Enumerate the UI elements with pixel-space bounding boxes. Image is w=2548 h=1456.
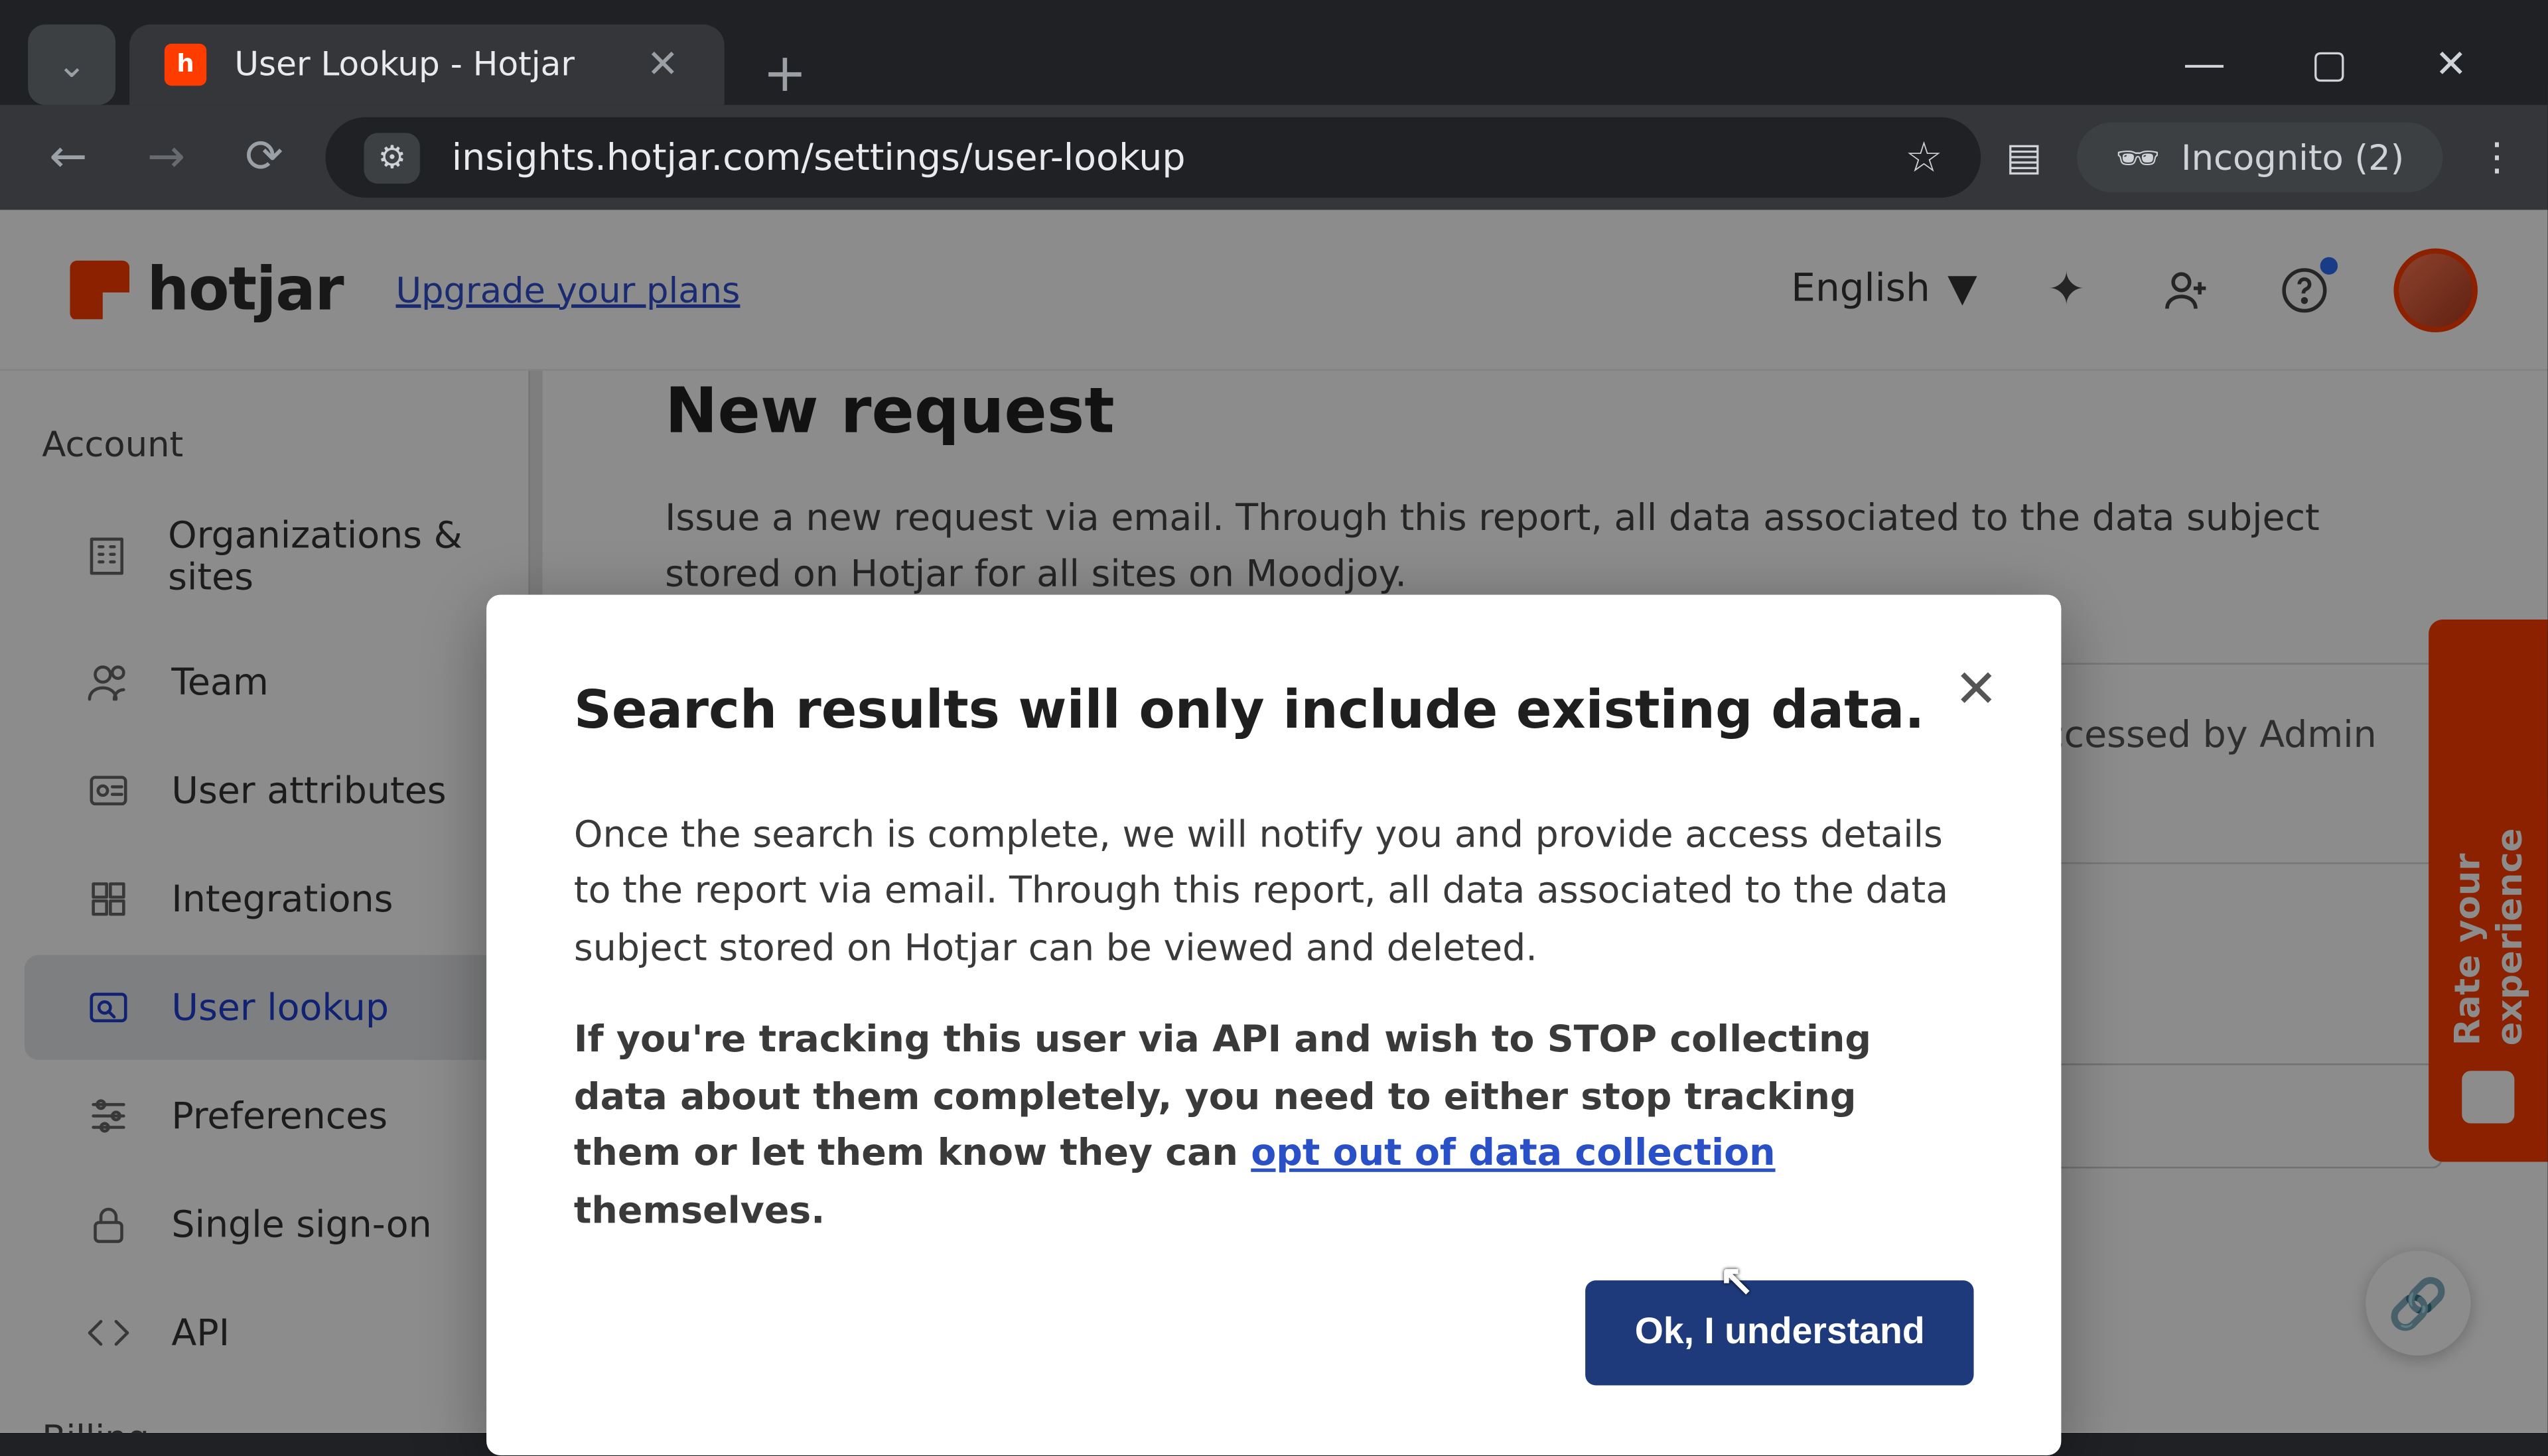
- incognito-label: Incognito (2): [2181, 137, 2404, 178]
- bookmark-icon[interactable]: ☆: [1905, 133, 1943, 182]
- tab-search-button[interactable]: ⌄: [28, 25, 115, 105]
- opt-out-link[interactable]: opt out of data collection: [1251, 1132, 1775, 1174]
- site-settings-icon[interactable]: ⚙: [364, 132, 420, 182]
- incognito-indicator[interactable]: 🕶 Incognito (2): [2077, 123, 2442, 192]
- window-close-icon[interactable]: ✕: [2435, 43, 2468, 87]
- browser-chrome: ⌄ h User Lookup - Hotjar ✕ + ― ▢ ✕ ← → ⟳…: [0, 0, 2547, 210]
- tab-favicon: h: [165, 44, 206, 86]
- mouse-cursor-icon: ↖: [1719, 1256, 1754, 1307]
- incognito-icon: 🕶: [2115, 137, 2160, 178]
- modal-paragraph-2: If you're tracking this user via API and…: [574, 1012, 1974, 1239]
- modal-title: Search results will only include existin…: [574, 672, 1974, 754]
- reader-mode-icon[interactable]: ▤: [2006, 135, 2042, 179]
- modal-strong-text-2: themselves.: [574, 1189, 825, 1231]
- close-tab-icon[interactable]: ✕: [647, 43, 679, 87]
- nav-back-button[interactable]: ←: [31, 121, 105, 194]
- new-tab-button[interactable]: +: [739, 44, 831, 105]
- modal-close-button[interactable]: ✕: [1954, 651, 1998, 732]
- window-minimize-icon[interactable]: ―: [2185, 43, 2224, 87]
- modal-confirm-label: Ok, I understand: [1635, 1313, 1925, 1353]
- browser-menu-icon[interactable]: ⋮: [2478, 135, 2516, 179]
- confirm-modal: Search results will only include existin…: [486, 595, 2061, 1456]
- browser-tab[interactable]: h User Lookup - Hotjar ✕: [129, 25, 725, 105]
- nav-forward-button[interactable]: →: [129, 121, 203, 194]
- modal-confirm-button[interactable]: Ok, I understand ↖: [1586, 1281, 1974, 1386]
- window-maximize-icon[interactable]: ▢: [2311, 43, 2348, 87]
- nav-reload-button[interactable]: ⟳: [228, 121, 301, 194]
- address-bar[interactable]: ⚙ insights.hotjar.com/settings/user-look…: [325, 117, 1981, 198]
- url-text: insights.hotjar.com/settings/user-lookup: [452, 137, 1874, 178]
- tab-title: User Lookup - Hotjar: [234, 46, 575, 84]
- modal-paragraph-1: Once the search is complete, we will not…: [574, 805, 1974, 976]
